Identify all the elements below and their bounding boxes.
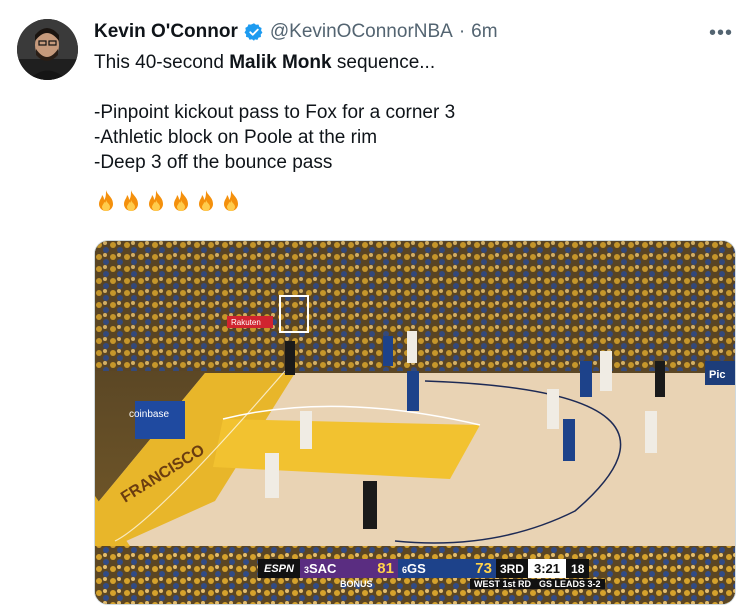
separator-dot: ·	[458, 21, 466, 42]
more-options-button[interactable]: •••	[709, 22, 733, 45]
team2-name: GS	[406, 561, 426, 576]
ad-coinbase: coinbase	[129, 409, 169, 420]
bullet-line: -Pinpoint kickout pass to Fox for a corn…	[94, 102, 456, 123]
video-media[interactable]: FRANCISCO coinbase Rakuten Pic ESPN 3SAC…	[94, 240, 736, 605]
shot-clock: 18	[566, 559, 590, 578]
series-status: GS LEADS 3-2	[539, 579, 601, 589]
timestamp[interactable]: 6m	[471, 21, 497, 43]
series-info: WEST 1st RD GS LEADS 3-2	[470, 579, 605, 589]
tweet-text: This 40-second Malik Monk sequence... -P…	[94, 50, 724, 213]
period: 3RD	[495, 559, 528, 578]
team1-score: 81	[377, 560, 394, 577]
fire-icon	[174, 190, 188, 211]
fire-icon	[99, 190, 113, 211]
author-handle[interactable]: @KevinOConnorNBA	[270, 21, 453, 43]
series-round: WEST 1st RD	[474, 579, 532, 589]
emoji-row	[94, 189, 724, 213]
verified-badge-icon	[244, 23, 263, 41]
fire-icon	[149, 190, 163, 211]
tweet-header: Kevin O'Connor @KevinOConnorNBA · 6m	[94, 20, 498, 44]
scoreboard-bonus: BONUS	[280, 579, 373, 589]
ad-rakuten: Rakuten	[231, 318, 261, 327]
network-logo: ESPN	[258, 559, 300, 578]
tweet-card[interactable]: Kevin O'Connor @KevinOConnorNBA · 6m •••…	[0, 0, 747, 605]
team2-score: 73	[475, 560, 492, 577]
author-name[interactable]: Kevin O'Connor	[94, 21, 238, 43]
game-clock: 3:21	[527, 559, 567, 578]
video-frame: FRANCISCO coinbase Rakuten Pic	[95, 241, 735, 604]
avatar[interactable]	[17, 19, 78, 80]
corner-badge: Pic	[709, 369, 726, 381]
team1-name: SAC	[308, 561, 337, 576]
scoreboard: ESPN 3SAC 81 6GS 73 3RD 3:21 18	[258, 559, 590, 578]
tweet-intro-line: This 40-second Malik Monk sequence...	[94, 50, 724, 75]
bullet-line: -Athletic block on Poole at the rim	[94, 127, 378, 148]
intro-suffix: sequence...	[331, 52, 436, 73]
team-sac: 3SAC 81	[299, 559, 398, 578]
bullet-line: -Deep 3 off the bounce pass	[94, 152, 333, 173]
bonus-label: BONUS	[340, 579, 373, 589]
fire-icon	[199, 190, 213, 211]
team-gs: 6GS 73	[397, 559, 496, 578]
avatar-image	[17, 19, 78, 80]
fire-icon	[124, 190, 138, 211]
intro-prefix: This 40-second	[94, 52, 230, 73]
fire-icon	[224, 190, 238, 211]
intro-bold-name: Malik Monk	[229, 52, 332, 73]
